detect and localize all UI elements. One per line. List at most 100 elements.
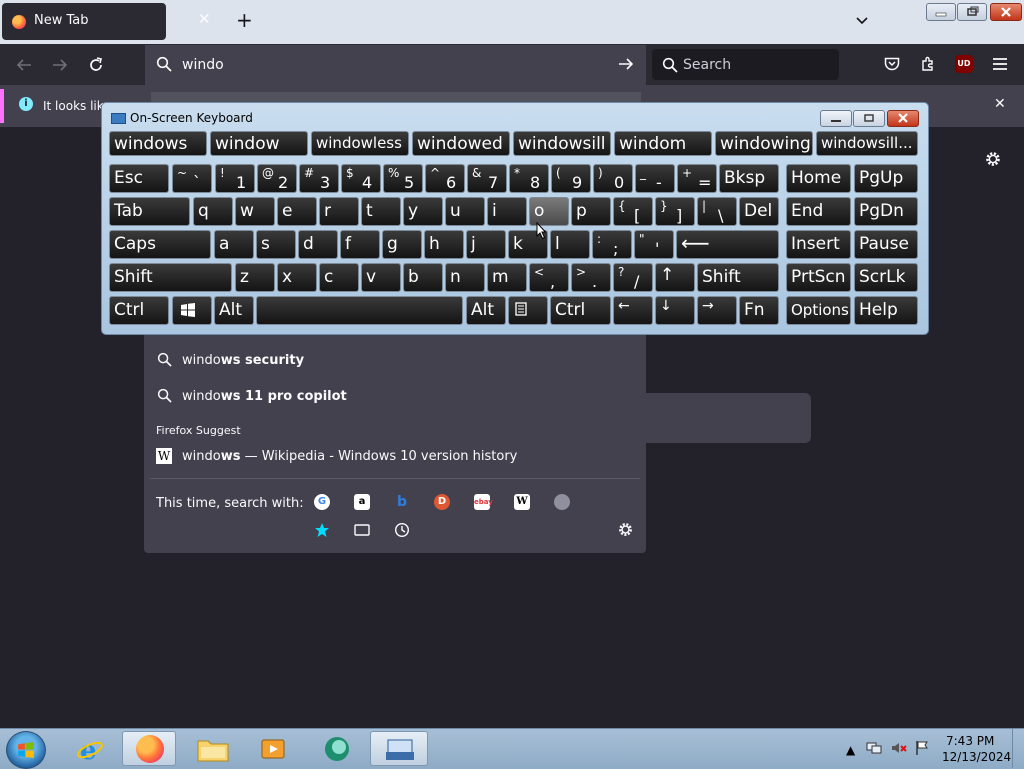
osk-key-right-ctrl[interactable]: Ctrl	[550, 296, 611, 325]
taskbar-file-explorer[interactable]	[186, 731, 240, 766]
osk-key-end[interactable]: End	[786, 197, 851, 226]
search-placeholder[interactable]: Search	[683, 57, 731, 73]
osk-prediction[interactable]: windowing	[715, 131, 813, 156]
osk-key-del[interactable]: Del	[739, 197, 779, 226]
show-desktop-button[interactable]	[1012, 729, 1024, 768]
osk-key-a[interactable]: a	[214, 230, 254, 259]
osk-key-comma[interactable]: <,	[529, 263, 569, 292]
url-input[interactable]: windo	[182, 57, 224, 73]
osk-key-equals[interactable]: + =	[677, 164, 717, 193]
osk-key-m[interactable]: m	[487, 263, 527, 292]
osk-key-c[interactable]: c	[319, 263, 359, 292]
osk-key-o[interactable]: o	[529, 197, 569, 226]
osk-prediction[interactable]: windowsill	[513, 131, 611, 156]
forward-arrow-icon[interactable]	[51, 57, 69, 73]
osk-key-left-arrow[interactable]: ←	[613, 296, 653, 325]
osk-key-u[interactable]: u	[445, 197, 485, 226]
osk-key-4[interactable]: $4	[341, 164, 381, 193]
osk-prediction[interactable]: windowed	[412, 131, 510, 156]
extensions-puzzle-icon[interactable]	[920, 56, 936, 72]
osk-minimize-button[interactable]	[820, 110, 852, 127]
osk-key-h[interactable]: h	[424, 230, 464, 259]
new-tab-button[interactable]: +	[236, 10, 253, 30]
osk-prediction[interactable]: windom	[614, 131, 712, 156]
osk-key-up-arrow[interactable]: ↑	[655, 263, 695, 292]
hamburger-menu-icon[interactable]	[992, 57, 1008, 71]
osk-key-0[interactable]: ) 0	[593, 164, 633, 193]
clock-time[interactable]: 7:43 PM	[946, 734, 994, 748]
search-bar[interactable]	[652, 49, 839, 80]
osk-key-g[interactable]: g	[382, 230, 422, 259]
osk-key-v[interactable]: v	[361, 263, 401, 292]
osk-key-left-shift[interactable]: Shift	[109, 263, 232, 292]
osk-key-6[interactable]: ^ 6	[425, 164, 465, 193]
suggestion-item[interactable]: windows security	[182, 353, 304, 368]
window-minimize-button[interactable]	[926, 3, 956, 21]
osk-key-options[interactable]: Options	[786, 296, 851, 325]
osk-key-minus[interactable]: _ -	[635, 164, 675, 193]
bookmarks-star-icon[interactable]	[314, 522, 330, 538]
duckduckgo-engine-icon[interactable]: D	[434, 494, 450, 510]
osk-key-t[interactable]: t	[361, 197, 401, 226]
osk-key-quote[interactable]: " '	[634, 230, 674, 259]
osk-key-scrlk[interactable]: ScrLk	[854, 263, 918, 292]
gear-icon[interactable]	[984, 150, 1002, 168]
osk-key-home[interactable]: Home	[786, 164, 851, 193]
clock-date[interactable]: 12/13/2024	[942, 750, 1011, 764]
chevron-down-icon[interactable]	[856, 14, 868, 26]
osk-key-left-ctrl[interactable]: Ctrl	[109, 296, 169, 325]
taskbar-app[interactable]	[310, 731, 364, 766]
osk-key-right-bracket[interactable]: }]	[655, 197, 695, 226]
osk-key-left-alt[interactable]: Alt	[214, 296, 254, 325]
osk-close-button[interactable]	[887, 110, 919, 127]
osk-key-5[interactable]: % 5	[383, 164, 423, 193]
osk-key-9[interactable]: (9	[551, 164, 591, 193]
osk-key-tab[interactable]: Tab	[109, 197, 190, 226]
taskbar-on-screen-keyboard[interactable]	[370, 731, 428, 766]
osk-key-1[interactable]: ! 1	[215, 164, 255, 193]
window-restore-button[interactable]	[957, 3, 987, 21]
osk-key-q[interactable]: q	[193, 197, 233, 226]
osk-key-insert[interactable]: Insert	[786, 230, 851, 259]
osk-key-caps[interactable]: Caps	[109, 230, 211, 259]
osk-key-s[interactable]: s	[256, 230, 296, 259]
osk-restore-button[interactable]	[853, 110, 885, 127]
osk-key-2[interactable]: @2	[257, 164, 297, 193]
osk-key-backspace[interactable]: Bksp	[719, 164, 779, 193]
osk-key-pgup[interactable]: PgUp	[854, 164, 918, 193]
osk-prediction[interactable]: window	[210, 131, 308, 156]
back-arrow-icon[interactable]	[15, 57, 33, 73]
osk-key-menu[interactable]	[508, 296, 548, 325]
osk-key-b[interactable]: b	[403, 263, 443, 292]
osk-key-p[interactable]: p	[571, 197, 611, 226]
osk-prediction[interactable]: windowsill...	[816, 131, 918, 156]
osk-key-7[interactable]: & 7	[467, 164, 507, 193]
search-engine-icon[interactable]	[554, 494, 570, 510]
osk-key-d[interactable]: d	[298, 230, 338, 259]
osk-key-pgdn[interactable]: PgDn	[854, 197, 918, 226]
go-arrow-icon[interactable]	[617, 56, 635, 72]
osk-key-r[interactable]: r	[319, 197, 359, 226]
osk-key-semicolon[interactable]: :;	[592, 230, 632, 259]
action-center-flag-icon[interactable]	[915, 740, 929, 756]
reload-icon[interactable]	[87, 56, 105, 74]
osk-key-f[interactable]: f	[340, 230, 380, 259]
osk-key-prtscn[interactable]: PrtScn	[786, 263, 851, 292]
bing-engine-icon[interactable]: b	[394, 494, 410, 510]
start-button[interactable]	[6, 731, 46, 769]
network-icon[interactable]	[866, 741, 882, 755]
osk-key-backtick[interactable]: ~ `	[172, 164, 212, 193]
osk-key-x[interactable]: x	[277, 263, 317, 292]
osk-key-n[interactable]: n	[445, 263, 485, 292]
osk-key-8[interactable]: * 8	[509, 164, 549, 193]
google-engine-icon[interactable]: G	[314, 494, 330, 510]
amazon-engine-icon[interactable]: a	[354, 494, 370, 510]
osk-key-slash[interactable]: ? /	[613, 263, 653, 292]
taskbar-internet-explorer[interactable]: e	[62, 731, 116, 766]
osk-key-l[interactable]: l	[550, 230, 590, 259]
osk-key-period[interactable]: >.	[571, 263, 611, 292]
osk-key-w[interactable]: w	[235, 197, 275, 226]
taskbar-firefox[interactable]	[122, 731, 176, 766]
osk-key-y[interactable]: y	[403, 197, 443, 226]
suggestion-item[interactable]: windows 11 pro copilot	[182, 389, 347, 404]
